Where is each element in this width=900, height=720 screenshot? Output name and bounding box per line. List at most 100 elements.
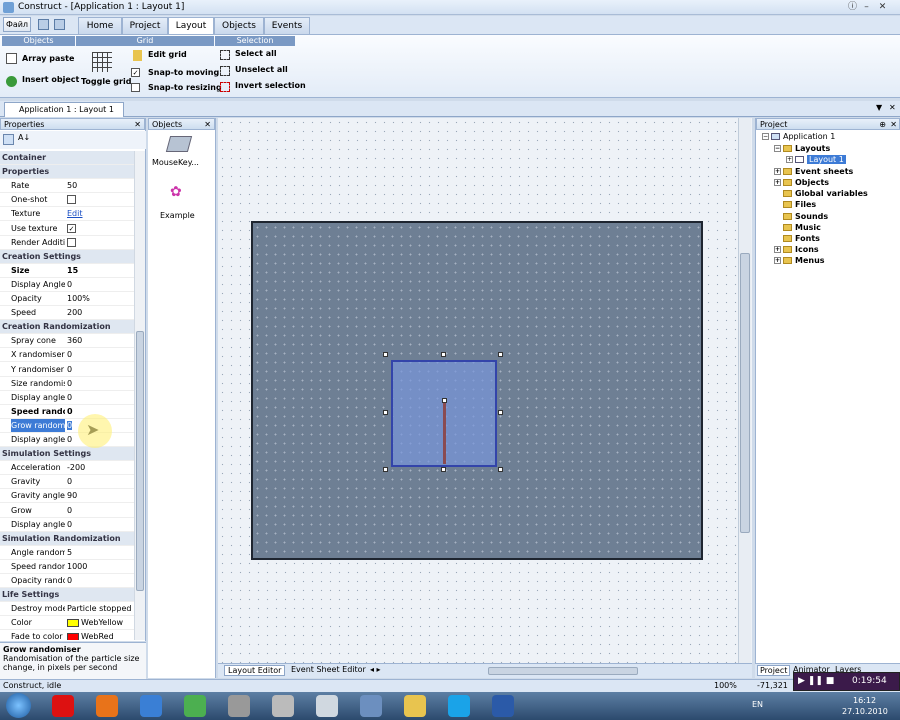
snap-resizing-label[interactable]: Snap-to resizing	[148, 83, 222, 92]
tree-sounds[interactable]: Sounds	[783, 212, 828, 221]
tab-project[interactable]: Project	[122, 17, 168, 34]
doc-dropdown-icon[interactable]: ▼	[876, 103, 882, 112]
property-row[interactable]: Grow 0	[0, 504, 134, 518]
resize-handle[interactable]	[383, 467, 388, 472]
property-row[interactable]: Grow randomiser0	[0, 418, 134, 433]
property-category[interactable]: Life Settings	[0, 588, 134, 603]
tree-objects[interactable]: + Objects	[774, 178, 829, 187]
construct-taskbar-icon[interactable]	[360, 695, 382, 717]
ie-icon[interactable]	[140, 695, 162, 717]
property-row[interactable]: Size 15	[0, 264, 134, 278]
property-value[interactable]: 200	[67, 306, 82, 319]
property-value[interactable]: 15	[67, 264, 78, 277]
property-value[interactable]: 0	[67, 518, 72, 531]
property-value[interactable]: 0	[67, 433, 72, 446]
file-button[interactable]: Файл	[3, 17, 31, 32]
object-example[interactable]: Example	[160, 211, 195, 220]
tree-layouts[interactable]: − Layouts	[774, 144, 830, 153]
property-value[interactable]: 90	[67, 489, 77, 502]
chrome-icon[interactable]	[184, 695, 206, 717]
panel-close-icon[interactable]: ✕	[134, 119, 141, 130]
record-controls-icon[interactable]: ▶ ❚❚ ■	[798, 676, 834, 686]
tree-event-sheets[interactable]: + Event sheets	[774, 167, 853, 176]
property-value[interactable]: 0	[67, 504, 72, 517]
tree-files[interactable]: Files	[783, 200, 816, 209]
tab-events[interactable]: Events	[264, 17, 310, 34]
particle-object[interactable]	[391, 360, 497, 467]
save-icon[interactable]	[38, 19, 49, 30]
property-category[interactable]: Properties	[0, 165, 134, 180]
snap-moving-label[interactable]: Snap-to moving	[148, 68, 219, 77]
property-value[interactable]: 1000	[67, 560, 87, 573]
property-row[interactable]: Display Angle 0	[0, 278, 134, 292]
property-value[interactable]: 5	[67, 546, 72, 559]
tab-home[interactable]: Home	[78, 17, 122, 34]
property-value[interactable]: 0	[67, 348, 72, 361]
property-row[interactable]: Use texture ✓	[0, 222, 134, 236]
property-value[interactable]: Particle stopped	[67, 602, 131, 615]
checkbox[interactable]	[67, 195, 76, 205]
property-row[interactable]: Acceleration -200	[0, 461, 134, 476]
resize-handle[interactable]	[498, 352, 503, 357]
property-value[interactable]: 0	[67, 391, 72, 404]
property-row[interactable]: Size randomiser0	[0, 377, 134, 391]
skype-icon[interactable]	[448, 695, 470, 717]
tree-global-variables[interactable]: Global variables	[783, 189, 868, 198]
resize-handle[interactable]	[498, 410, 503, 415]
unselect-all-button[interactable]: Unselect all	[235, 65, 288, 74]
tab-project-panel[interactable]: Project	[757, 665, 791, 676]
resize-handle[interactable]	[441, 352, 446, 357]
explorer-icon[interactable]	[404, 695, 426, 717]
property-value[interactable]: -200	[67, 461, 85, 474]
resize-handle[interactable]	[441, 467, 446, 472]
particles-icon[interactable]: ✿	[170, 184, 184, 200]
start-button[interactable]	[6, 693, 31, 718]
tree-fonts[interactable]: Fonts	[783, 234, 820, 243]
app-icon-5[interactable]	[228, 695, 250, 717]
minimize-button[interactable]: –	[860, 1, 873, 14]
property-row[interactable]: Gravity 0	[0, 475, 134, 490]
property-value[interactable]: 0	[67, 363, 72, 376]
firefox-icon[interactable]	[96, 695, 118, 717]
editor-vertical-scrollbar[interactable]	[738, 118, 751, 663]
property-row[interactable]: Rate 50	[0, 179, 134, 194]
tab-layout[interactable]: Layout	[168, 17, 214, 35]
language-indicator[interactable]: EN	[752, 700, 763, 709]
properties-scrollbar[interactable]	[134, 151, 145, 640]
property-checkbox[interactable]	[67, 193, 76, 208]
tab-scroll-arrows[interactable]: ◂ ▸	[370, 665, 381, 674]
property-row[interactable]: Gravity angle 90	[0, 489, 134, 504]
property-value[interactable]: WebRed	[67, 630, 114, 640]
snap-resizing-checkbox[interactable]	[131, 83, 140, 92]
invert-selection-button[interactable]: Invert selection	[235, 81, 306, 90]
pin-icon[interactable]: ⊕	[879, 119, 886, 130]
categorized-icon[interactable]	[3, 134, 14, 145]
mousekeyboard-icon[interactable]	[165, 136, 193, 152]
property-value[interactable]: 360	[67, 334, 82, 347]
tab-objects[interactable]: Objects	[214, 17, 264, 34]
property-row[interactable]: Display angle 0	[0, 433, 134, 447]
preview-icon[interactable]	[54, 19, 65, 30]
close-button[interactable]: ✕	[876, 1, 889, 14]
recorder-widget[interactable]: ▶ ❚❚ ■ 0:19:54	[793, 672, 900, 691]
property-checkbox[interactable]: ✓	[67, 222, 76, 235]
property-value[interactable]: 100%	[67, 292, 90, 305]
toggle-grid-button[interactable]: Toggle grid	[81, 77, 131, 86]
select-all-button[interactable]: Select all	[235, 49, 277, 58]
property-row[interactable]: Color WebYellow	[0, 616, 134, 631]
angle-handle[interactable]	[442, 398, 447, 403]
property-row[interactable]: Texture Edit	[0, 207, 134, 222]
snap-moving-checkbox[interactable]: ✓	[131, 68, 140, 77]
tree-icons[interactable]: + Icons	[774, 245, 819, 254]
property-value[interactable]: 0	[67, 377, 72, 390]
panel-close-icon[interactable]: ✕	[890, 119, 897, 130]
property-value[interactable]: 0	[67, 405, 73, 418]
property-row[interactable]: Display angle 0	[0, 391, 134, 405]
property-row[interactable]: One-shot	[0, 193, 134, 208]
property-row[interactable]: Destroy mode Particle stopped	[0, 602, 134, 617]
property-value[interactable]: 0	[67, 475, 72, 488]
word-icon[interactable]	[492, 695, 514, 717]
resize-handle[interactable]	[498, 467, 503, 472]
tree-root[interactable]: − Application 1	[762, 132, 835, 141]
sort-alpha-icon[interactable]: A↓	[18, 133, 30, 142]
